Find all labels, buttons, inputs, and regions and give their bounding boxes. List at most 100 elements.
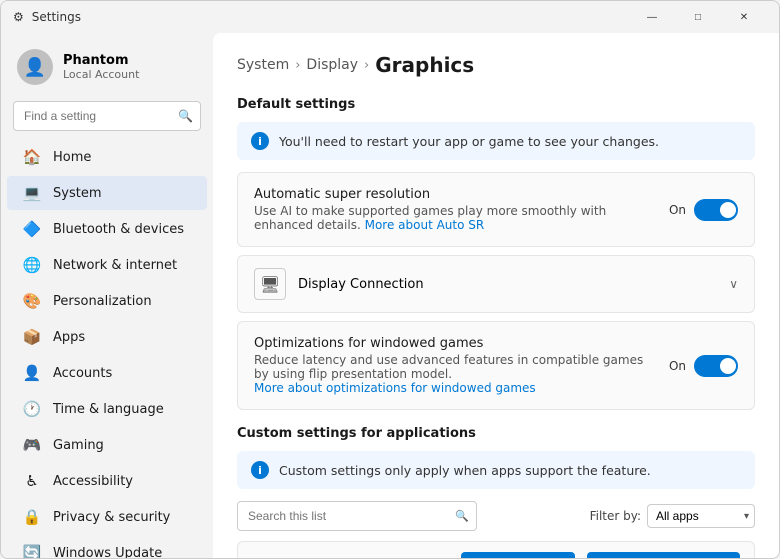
custom-info-icon: i — [251, 461, 269, 479]
filter-label: Filter by: — [590, 509, 641, 523]
breadcrumb-system[interactable]: System — [237, 57, 289, 73]
sidebar-label-accounts: Accounts — [53, 366, 112, 381]
sidebar-item-personalization[interactable]: 🎨 Personalization — [7, 284, 207, 318]
list-search-icon: 🔍 — [455, 510, 469, 523]
sidebar-label-accessibility: Accessibility — [53, 474, 133, 489]
home-icon: 🏠 — [23, 148, 41, 166]
network-icon: 🌐 — [23, 256, 41, 274]
title-bar-controls: — □ ✕ — [629, 1, 767, 33]
list-search-box: 🔍 — [237, 501, 477, 531]
windowed-games-toggle[interactable] — [694, 355, 738, 377]
breadcrumb-current: Graphics — [375, 53, 474, 77]
windowed-games-link[interactable]: More about optimizations for windowed ga… — [254, 381, 536, 395]
content-area: 👤 Phantom Local Account 🔍 🏠 Home 💻 Syste… — [1, 33, 779, 558]
search-input[interactable] — [13, 101, 201, 131]
display-connection-label: Display Connection — [298, 277, 717, 292]
sidebar-label-time: Time & language — [53, 402, 164, 417]
sidebar: 👤 Phantom Local Account 🔍 🏠 Home 💻 Syste… — [1, 33, 213, 558]
auto-sr-link[interactable]: More about Auto SR — [365, 218, 485, 232]
main-content: System › Display › Graphics Default sett… — [213, 33, 779, 558]
sidebar-item-accessibility[interactable]: ♿ Accessibility — [7, 464, 207, 498]
sidebar-label-privacy: Privacy & security — [53, 510, 170, 525]
windowed-games-toggle-wrap: On — [669, 355, 738, 377]
title-bar-left: ⚙ Settings — [13, 10, 81, 24]
maximize-button[interactable]: □ — [675, 1, 721, 33]
windowed-games-toggle-label: On — [669, 359, 686, 373]
privacy-icon: 🔒 — [23, 508, 41, 526]
add-app-row: Add an app Add desktop app Add Microsoft… — [237, 541, 755, 558]
windowed-games-inner: Optimizations for windowed games Reduce … — [238, 322, 754, 409]
sidebar-item-bluetooth[interactable]: 🔷 Bluetooth & devices — [7, 212, 207, 246]
sidebar-label-network: Network & internet — [53, 258, 177, 273]
add-desktop-app-button[interactable]: Add desktop app — [461, 552, 575, 558]
accessibility-icon: ♿ — [23, 472, 41, 490]
sidebar-item-accounts[interactable]: 👤 Accounts — [7, 356, 207, 390]
sidebar-label-gaming: Gaming — [53, 438, 104, 453]
sidebar-label-bluetooth: Bluetooth & devices — [53, 222, 184, 237]
search-icon: 🔍 — [178, 109, 193, 123]
sidebar-item-system[interactable]: 💻 System — [7, 176, 207, 210]
windowed-games-row: Optimizations for windowed games Reduce … — [237, 321, 755, 410]
sidebar-item-time[interactable]: 🕐 Time & language — [7, 392, 207, 426]
custom-settings-title: Custom settings for applications — [237, 426, 755, 441]
filter-wrap: All appsDesktop appsStore apps ▾ — [647, 504, 755, 528]
user-type: Local Account — [63, 68, 139, 81]
personalization-icon: 🎨 — [23, 292, 41, 310]
breadcrumb-arrow-2: › — [364, 58, 369, 73]
sidebar-item-network[interactable]: 🌐 Network & internet — [7, 248, 207, 282]
breadcrumb-display[interactable]: Display — [306, 57, 358, 73]
sidebar-item-update[interactable]: 🔄 Windows Update — [7, 536, 207, 558]
accounts-icon: 👤 — [23, 364, 41, 382]
info-icon: i — [251, 132, 269, 150]
display-connection-inner: 🖥 Display Connection ∨ — [238, 256, 754, 312]
sidebar-label-personalization: Personalization — [53, 294, 152, 309]
breadcrumb: System › Display › Graphics — [237, 53, 755, 77]
gaming-icon: 🎮 — [23, 436, 41, 454]
windowed-games-label: Optimizations for windowed games — [254, 336, 657, 351]
display-connection-row[interactable]: 🖥 Display Connection ∨ — [237, 255, 755, 313]
search-filter-row: 🔍 Filter by: All appsDesktop appsStore a… — [237, 501, 755, 531]
sidebar-item-privacy[interactable]: 🔒 Privacy & security — [7, 500, 207, 534]
avatar: 👤 — [17, 49, 53, 85]
auto-sr-row: Automatic super resolution Use AI to mak… — [237, 172, 755, 247]
minimize-button[interactable]: — — [629, 1, 675, 33]
wg-toggle-track — [694, 355, 738, 377]
filter-row: Filter by: All appsDesktop appsStore app… — [590, 504, 755, 528]
sidebar-label-home: Home — [53, 150, 91, 165]
title-bar: ⚙ Settings — □ ✕ — [1, 1, 779, 33]
default-info-box: i You'll need to restart your app or gam… — [237, 122, 755, 160]
apps-icon: 📦 — [23, 328, 41, 346]
user-name: Phantom — [63, 53, 139, 68]
auto-sr-text: Automatic super resolution Use AI to mak… — [254, 187, 657, 232]
title-bar-title: Settings — [32, 10, 81, 24]
update-icon: 🔄 — [23, 544, 41, 558]
system-icon: 💻 — [23, 184, 41, 202]
title-bar-icon: ⚙ — [13, 10, 24, 24]
add-store-app-button[interactable]: Add Microsoft Store app — [587, 552, 740, 558]
auto-sr-toggle-wrap: On — [669, 199, 738, 221]
default-settings-title: Default settings — [237, 97, 755, 112]
sidebar-item-gaming[interactable]: 🎮 Gaming — [7, 428, 207, 462]
wg-toggle-thumb — [720, 358, 736, 374]
search-box: 🔍 — [13, 101, 201, 131]
auto-sr-toggle[interactable] — [694, 199, 738, 221]
breadcrumb-arrow-1: › — [295, 58, 300, 73]
toggle-track — [694, 199, 738, 221]
sidebar-item-apps[interactable]: 📦 Apps — [7, 320, 207, 354]
auto-sr-desc: Use AI to make supported games play more… — [254, 204, 657, 232]
toggle-thumb — [720, 202, 736, 218]
display-icon: 🖥 — [254, 268, 286, 300]
default-info-text: You'll need to restart your app or game … — [279, 134, 659, 149]
auto-sr-label: Automatic super resolution — [254, 187, 657, 202]
list-search-input[interactable] — [237, 501, 477, 531]
user-section: 👤 Phantom Local Account — [1, 41, 213, 101]
close-button[interactable]: ✕ — [721, 1, 767, 33]
add-app-label: Add an app — [252, 558, 449, 559]
sidebar-item-home[interactable]: 🏠 Home — [7, 140, 207, 174]
windowed-games-desc: Reduce latency and use advanced features… — [254, 353, 657, 395]
custom-info-text: Custom settings only apply when apps sup… — [279, 463, 651, 478]
custom-settings-section: Custom settings for applications i Custo… — [237, 426, 755, 558]
sidebar-label-apps: Apps — [53, 330, 85, 345]
user-info: Phantom Local Account — [63, 53, 139, 81]
filter-select[interactable]: All appsDesktop appsStore apps — [647, 504, 755, 528]
